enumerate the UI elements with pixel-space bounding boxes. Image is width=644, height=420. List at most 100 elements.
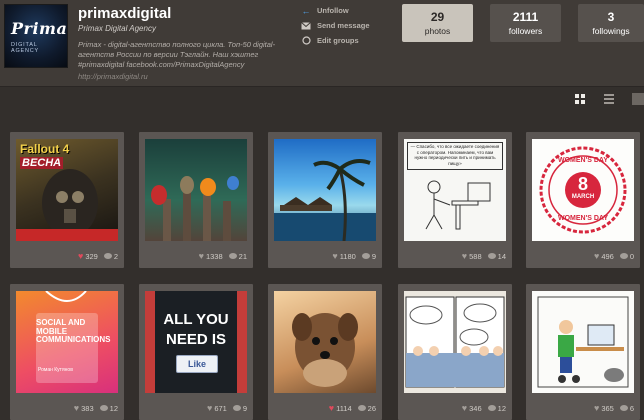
grid-view-icon[interactable] — [575, 94, 585, 104]
edit-groups-button[interactable]: Edit groups — [300, 33, 390, 48]
heart-icon[interactable]: ♥ — [332, 251, 337, 261]
heart-icon[interactable]: ♥ — [78, 251, 83, 261]
photo-card[interactable]: ♥ 1114 26 — [268, 284, 382, 420]
photo-thumbnail-comic-strip[interactable] — [404, 291, 506, 393]
photo-stats: ♥ 496 0 — [594, 251, 634, 261]
photo-thumbnail-office[interactable] — [532, 291, 634, 393]
followings-count-button[interactable]: 3 followings — [578, 4, 644, 42]
comment-icon[interactable] — [103, 253, 112, 259]
like-count: 346 — [469, 403, 482, 413]
photo-card[interactable]: ♥ 365 6 — [526, 284, 640, 420]
avatar-logo-subtext: DIGITAL AGENCY — [11, 42, 40, 54]
photo-thumbnail-beach[interactable] — [274, 139, 376, 241]
comment-icon[interactable] — [487, 253, 496, 259]
comment-icon[interactable] — [99, 405, 108, 411]
comment-count: 6 — [629, 403, 634, 413]
comment-icon[interactable] — [228, 253, 237, 259]
photo-card[interactable]: WOMEN'S DAY 8 MARCH WOMEN'S DAY ♥ 496 0 — [526, 132, 640, 268]
fallout-title: Fallout 4 — [20, 142, 70, 156]
photo-thumbnail-comic[interactable]: — Спасибо, что все ожидаете соединения с… — [404, 139, 506, 241]
list-view-icon[interactable] — [604, 94, 614, 104]
large-view-icon[interactable] — [632, 93, 644, 105]
followings-label: followings — [592, 26, 630, 36]
heart-icon[interactable]: ♥ — [199, 251, 204, 261]
stamp-month: MARCH — [571, 194, 595, 200]
unfollow-button[interactable]: ← Unfollow — [300, 3, 390, 18]
badge-text: SOCIAL AND MOBILE COMMUNICATIONS — [36, 318, 111, 344]
badge-name: Роман Кутянов — [38, 367, 73, 373]
like-count: 1180 — [339, 251, 356, 261]
photo-card[interactable]: ALL YOU NEED IS Like ♥ 671 9 — [139, 284, 253, 420]
photo-thumbnail-stamp[interactable]: WOMEN'S DAY 8 MARCH WOMEN'S DAY — [532, 139, 634, 241]
avatar-logo-text: Primax — [11, 19, 68, 38]
heart-icon[interactable]: ♥ — [74, 403, 79, 413]
comment-count: 0 — [629, 251, 634, 261]
photo-thumbnail-fallout[interactable]: Fallout 4 ВЕСНА — [16, 139, 118, 241]
photo-stats: ♥ 346 12 — [462, 403, 506, 413]
photo-thumbnail-love[interactable]: ALL YOU NEED IS Like — [145, 291, 247, 393]
comment-icon[interactable] — [619, 405, 628, 411]
comment-icon[interactable] — [487, 405, 496, 411]
photos-count: 29 — [430, 10, 445, 24]
followers-count: 2111 — [512, 10, 539, 24]
comment-count: 21 — [238, 251, 247, 261]
comment-count: 12 — [497, 403, 506, 413]
followers-count-button[interactable]: 2111 followers — [490, 4, 561, 42]
envelope-icon — [300, 21, 312, 31]
fallout-subtitle: ВЕСНА — [20, 157, 64, 169]
send-message-label: Send message — [317, 21, 370, 30]
photo-stats: ♥ 365 6 — [594, 403, 634, 413]
photo-stats: ♥ 1114 26 — [329, 403, 376, 413]
photo-stats: ♥ 588 14 — [462, 251, 506, 261]
photo-card[interactable]: ♥ 1180 9 — [268, 132, 382, 268]
photo-stats: ♥ 383 12 — [74, 403, 118, 413]
profile-header: Primax DIGITAL AGENCY primaxdigital Prim… — [0, 0, 644, 87]
heart-icon[interactable]: ♥ — [594, 403, 599, 413]
heart-icon[interactable]: ♥ — [207, 403, 212, 413]
like-count: 671 — [214, 403, 227, 413]
photo-stats: ♥ 671 9 — [207, 403, 247, 413]
photo-thumbnail-dog[interactable] — [274, 291, 376, 393]
followings-count: 3 — [607, 10, 615, 24]
photo-thumbnail-badge[interactable]: SOCIAL AND MOBILE COMMUNICATIONS Роман К… — [16, 291, 118, 393]
profile-avatar[interactable]: Primax DIGITAL AGENCY — [4, 4, 68, 68]
comment-count: 9 — [371, 251, 376, 261]
heart-icon[interactable]: ♥ — [462, 251, 467, 261]
photo-card[interactable]: ♥ 346 12 — [398, 284, 512, 420]
circle-icon — [300, 36, 312, 46]
photo-card[interactable]: — Спасибо, что все ожидаете соединения с… — [398, 132, 512, 268]
send-message-button[interactable]: Send message — [300, 18, 390, 33]
arrow-left-icon: ← — [301, 5, 311, 16]
profile-username: primaxdigital — [78, 5, 172, 22]
like-count: 365 — [601, 403, 614, 413]
comment-icon[interactable] — [619, 253, 628, 259]
heart-icon[interactable]: ♥ — [462, 403, 467, 413]
comment-icon[interactable] — [361, 253, 370, 259]
profile-bio: Primax - digital-агентство полного цикла… — [78, 40, 276, 69]
heart-icon[interactable]: ♥ — [594, 251, 599, 261]
comment-count: 12 — [109, 403, 118, 413]
unfollow-label: Unfollow — [317, 6, 349, 15]
photo-card[interactable]: ♥ 1338 21 — [139, 132, 253, 268]
like-count: 496 — [601, 251, 614, 261]
photos-count-button[interactable]: 29 photos — [402, 4, 473, 42]
profile-website-link[interactable]: http://primaxdigital.ru — [78, 72, 148, 81]
photo-stats: ♥ 329 2 — [78, 251, 118, 261]
heart-icon[interactable]: ♥ — [329, 403, 334, 413]
like-button-graphic: Like — [176, 355, 218, 373]
photo-thumbnail-birds[interactable] — [145, 139, 247, 241]
stamp-number: 8 — [577, 174, 588, 194]
photo-card[interactable]: SOCIAL AND MOBILE COMMUNICATIONS Роман К… — [10, 284, 124, 420]
photo-grid: Fallout 4 ВЕСНА ♥ 329 2 ♥ 1338 21 ♥ 1180… — [0, 124, 644, 420]
like-count: 383 — [81, 403, 94, 413]
photo-card[interactable]: Fallout 4 ВЕСНА ♥ 329 2 — [10, 132, 124, 268]
love-line1: ALL YOU — [163, 311, 229, 328]
profile-actions: ← Unfollow Send message Edit groups — [300, 3, 390, 48]
profile-full-name: Primax Digital Agency — [78, 24, 156, 33]
comment-icon[interactable] — [232, 405, 241, 411]
comment-count: 26 — [367, 403, 376, 413]
photos-label: photos — [424, 26, 451, 36]
like-count: 1338 — [205, 251, 223, 261]
like-count: 1114 — [336, 403, 352, 413]
comment-icon[interactable] — [357, 405, 366, 411]
